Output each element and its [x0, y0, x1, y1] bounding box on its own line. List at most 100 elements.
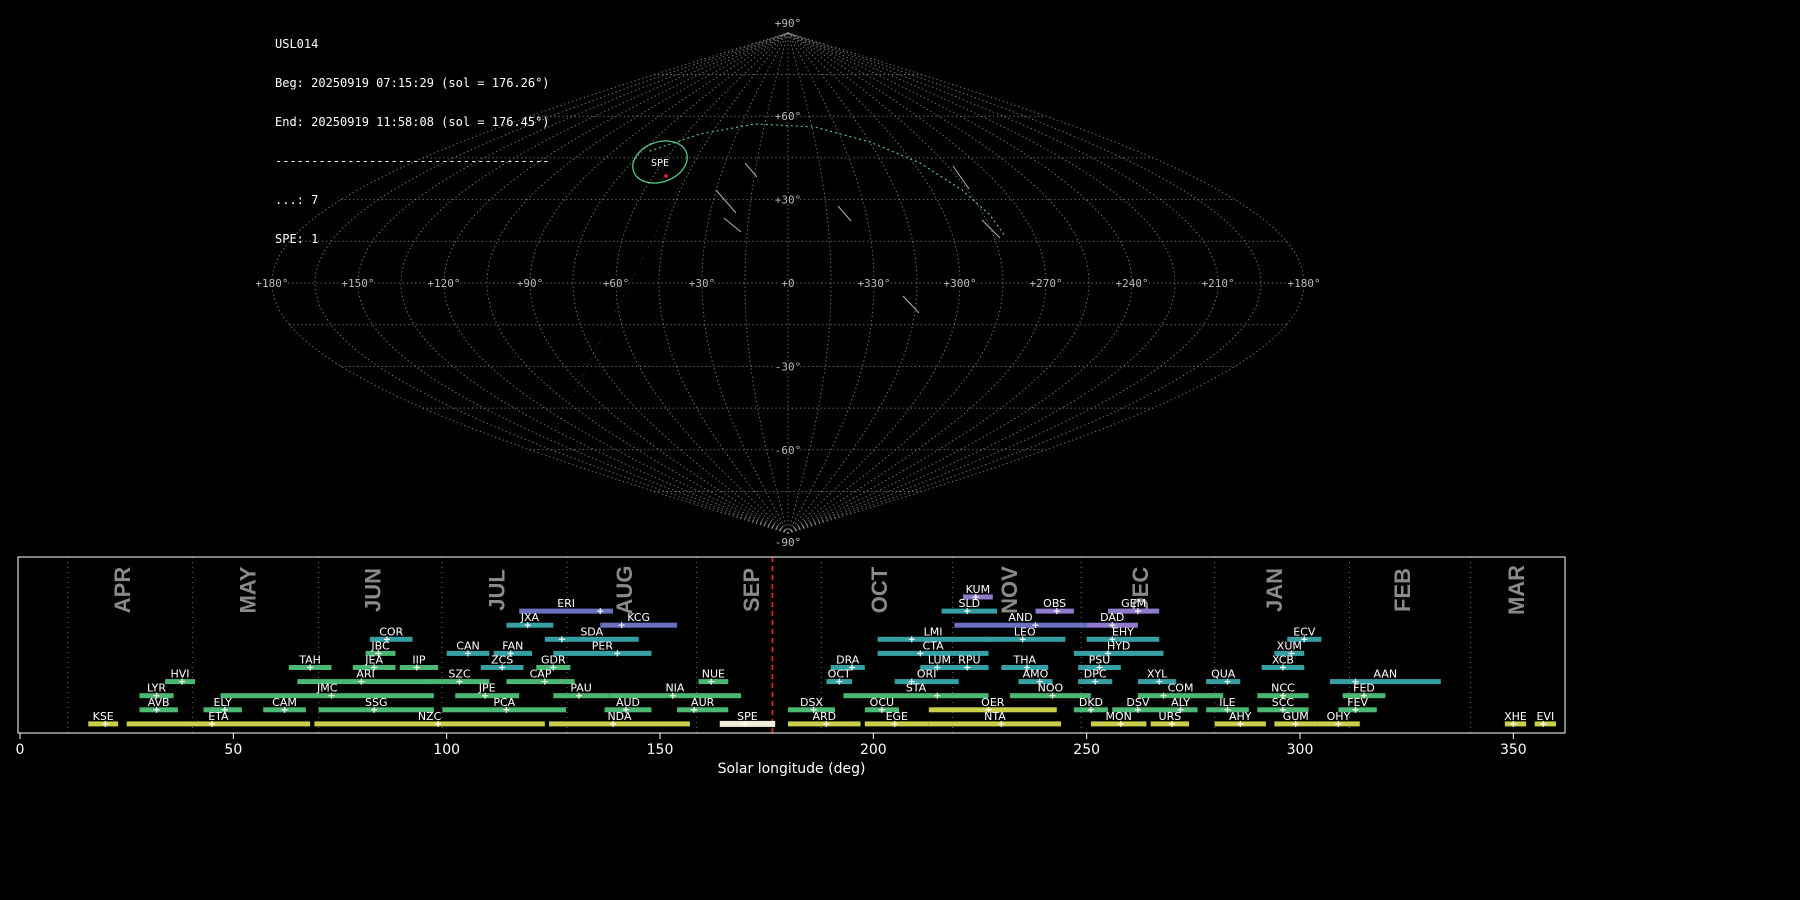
x-tick-label: 150 — [647, 742, 674, 758]
shower-label: SCC — [1272, 696, 1295, 709]
meteor-trail — [744, 162, 758, 178]
shower-label: OHY — [1327, 710, 1351, 723]
shower-label: XYL — [1147, 668, 1168, 681]
sky-grid-label: +120° — [427, 277, 460, 290]
sky-grid-label: +240° — [1115, 277, 1148, 290]
x-tick-label: 350 — [1500, 742, 1527, 758]
shower-label: AHY — [1229, 710, 1252, 723]
x-tick-label: 300 — [1287, 742, 1314, 758]
shower-label: QUA — [1211, 668, 1236, 681]
shower-label: LMI — [924, 625, 943, 638]
shower-label: AVB — [148, 696, 170, 709]
x-axis-title: Solar longitude (deg) — [718, 761, 866, 777]
sky-grid-label: +60° — [775, 110, 802, 123]
shower-label: NUE — [702, 668, 725, 681]
sky-grid-label: -90° — [775, 536, 802, 549]
plot-canvas: +180° +150° +120° +90° +60° +30° +0 +330° +300° +… — [16, 15, 1566, 777]
shower-label: LYR — [147, 682, 166, 695]
begin-time: Beg: 20250919 07:15:29 (sol = 176.26°) — [275, 76, 550, 90]
month-label: APR — [110, 567, 135, 614]
shower-label: NCC — [1271, 682, 1295, 695]
shower-label: COR — [379, 625, 403, 638]
sky-grid-label: +180° — [255, 277, 288, 290]
shower-label: DAD — [1100, 611, 1124, 624]
month-label: JUN — [361, 568, 386, 612]
shower-label: ARD — [812, 710, 836, 723]
x-tick-label: 250 — [1073, 742, 1100, 758]
sky-grid-label: +210° — [1201, 277, 1234, 290]
shower-label: NIA — [665, 682, 684, 695]
shower-label: XHE — [1504, 710, 1527, 723]
shower-label: TAH — [298, 654, 321, 667]
shower-label: PCA — [493, 696, 515, 709]
shower-label: OER — [981, 696, 1005, 709]
month-label: JUL — [485, 569, 510, 611]
spe-count: SPE: 1 — [275, 232, 319, 246]
shower-label: THA — [1013, 654, 1037, 667]
shower-label: EVI — [1536, 710, 1554, 723]
shower-label: AUR — [691, 696, 715, 709]
shower-label: ARI — [356, 668, 374, 681]
shower-label: JEA — [364, 654, 383, 667]
month-label: MAR — [1504, 565, 1529, 615]
shower-label: URS — [1159, 710, 1182, 723]
sky-grid-label: -60° — [775, 444, 802, 457]
sky-grid-label: +150° — [341, 277, 374, 290]
shower-label: FEV — [1347, 696, 1368, 709]
shower-label: ELY — [213, 696, 232, 709]
shower-label: OCT — [828, 668, 851, 681]
shower-label: SPE — [737, 710, 758, 723]
shower-label: NOO — [1038, 682, 1064, 695]
sky-grid-label: +0 — [781, 277, 794, 290]
shower-label: AAN — [1374, 668, 1398, 681]
sky-grid-label: +90° — [775, 17, 802, 30]
shower-label: RPU — [958, 654, 980, 667]
shower-label: DSV — [1126, 696, 1149, 709]
shower-label: PAU — [570, 682, 592, 695]
sky-grid-label: -30° — [775, 360, 802, 373]
shower-label: MON — [1105, 710, 1131, 723]
shower-label: HYD — [1107, 639, 1130, 652]
shower-label: AMO — [1023, 668, 1049, 681]
shower-label: KUM — [966, 583, 990, 596]
month-label: AUG — [612, 566, 637, 615]
shower-label: ETA — [208, 710, 229, 723]
shower-label: GUM — [1283, 710, 1309, 723]
shower-label: CAM — [272, 696, 297, 709]
radiant-label: SPE — [651, 158, 669, 169]
shower-label: KCG — [627, 611, 650, 624]
x-tick-label: 100 — [433, 742, 460, 758]
month-label: NOV — [997, 566, 1022, 614]
month-label: MAY — [236, 566, 261, 613]
shower-label: CTA — [923, 639, 945, 652]
month-label: JAN — [1262, 568, 1287, 612]
shower-label: GDR — [541, 654, 566, 667]
shower-label: IIP — [412, 654, 425, 667]
shower-label: DPC — [1084, 668, 1107, 681]
month-label: OCT — [867, 566, 892, 613]
shower-label: EHY — [1112, 625, 1134, 638]
shower-label: NDA — [607, 710, 632, 723]
meteor-trail — [902, 295, 920, 314]
shower-label: DRA — [836, 654, 860, 667]
shower-label: CAP — [530, 668, 552, 681]
sporadic-count: ...: 7 — [275, 193, 319, 207]
shower-label: AND — [1008, 611, 1032, 624]
sky-grid-label: +30° — [689, 277, 716, 290]
shower-label: XCB — [1272, 654, 1294, 667]
shower-label: LUM — [928, 654, 951, 667]
end-time: End: 20250919 11:58:08 (sol = 176.45°) — [275, 115, 550, 129]
sky-grid-label: +330° — [857, 277, 890, 290]
shower-label: GEM — [1121, 597, 1146, 610]
meteor-trail — [981, 219, 1001, 239]
meteor-trail — [952, 165, 970, 190]
shower-label: DKD — [1079, 696, 1103, 709]
shower-label: PSU — [1089, 654, 1111, 667]
shower-label: OBS — [1043, 597, 1066, 610]
meteor-trail — [715, 189, 737, 214]
timeline-chart: APR MAY JUN JUL AUG SEP OCT NOV DEC JAN FEB MAR0 50 1… — [16, 556, 1566, 777]
sky-grid-label: +30° — [775, 194, 802, 207]
shower-label: AUD — [616, 696, 640, 709]
shower-label: FAN — [502, 639, 523, 652]
shower-label: SDA — [580, 625, 603, 638]
